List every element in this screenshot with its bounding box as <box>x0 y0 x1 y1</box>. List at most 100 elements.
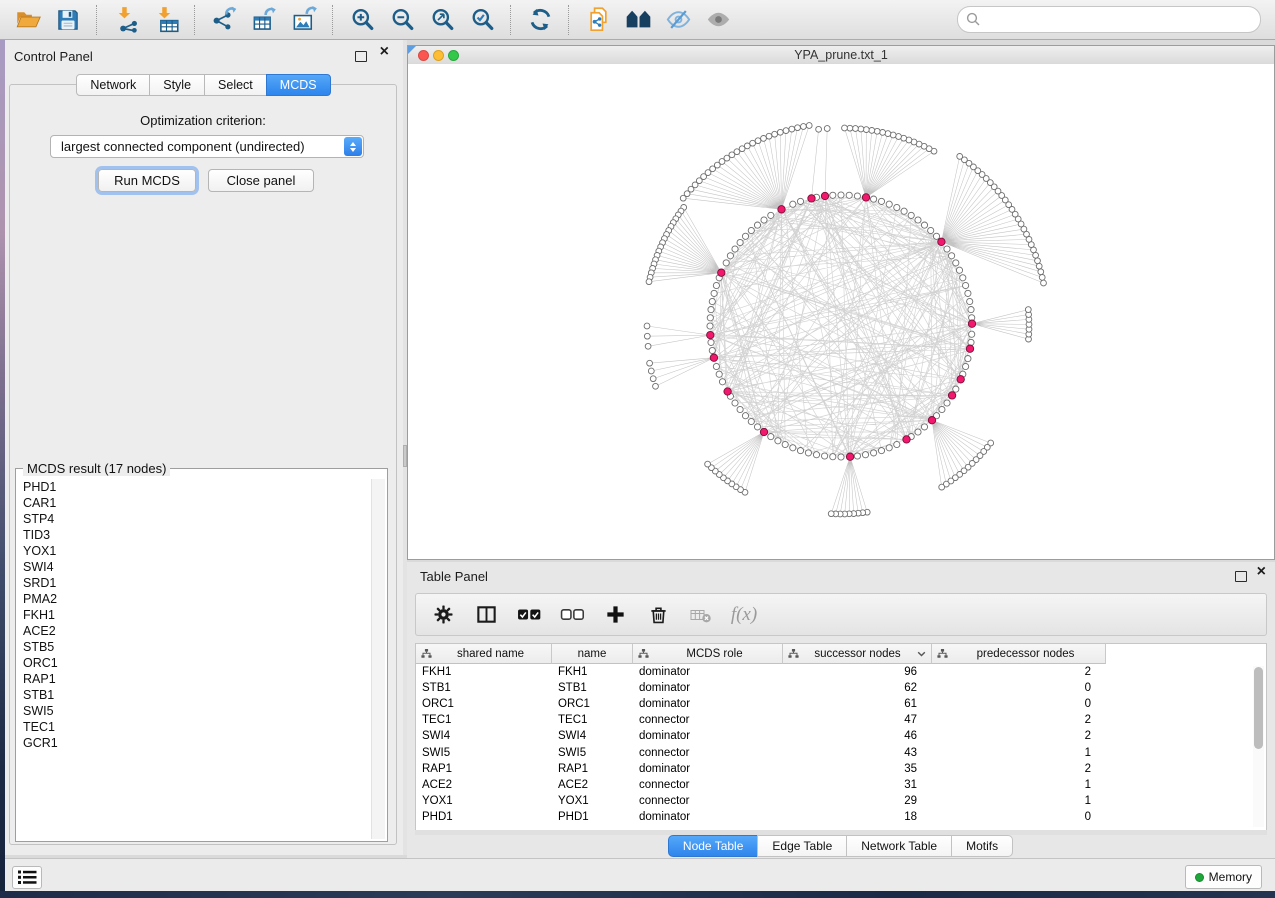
tab-network[interactable]: Network <box>76 74 150 96</box>
table-row[interactable]: SWI5SWI5connector431 <box>416 744 1250 760</box>
table-cell: dominator <box>633 811 783 823</box>
network-window-title: YPA_prune.txt_1 <box>408 48 1274 62</box>
mcds-node[interactable]: YOX1 <box>16 543 371 559</box>
column-header-name[interactable]: name <box>552 644 633 664</box>
mcds-node[interactable]: STB5 <box>16 639 371 655</box>
tab-style[interactable]: Style <box>149 74 205 96</box>
mcds-node[interactable]: PHD1 <box>16 479 371 495</box>
memory-label: Memory <box>1209 870 1252 884</box>
mcds-node[interactable]: STB1 <box>16 687 371 703</box>
mcds-node[interactable]: STP4 <box>16 511 371 527</box>
export-network-icon[interactable] <box>204 3 244 37</box>
tab-motifs[interactable]: Motifs <box>951 835 1013 857</box>
table-cell: 0 <box>932 682 1106 694</box>
import-network-icon[interactable] <box>106 3 146 37</box>
deselect-all-icon[interactable] <box>559 602 585 628</box>
table-cell: connector <box>633 779 783 791</box>
settings-gear-icon[interactable] <box>430 602 456 628</box>
hide-selected-eye-icon[interactable] <box>658 3 698 37</box>
table-row[interactable]: RAP1RAP1dominator352 <box>416 761 1250 777</box>
toolbar-separator <box>194 5 196 35</box>
table-row[interactable]: STB1STB1dominator620 <box>416 680 1250 696</box>
mcds-node[interactable]: TID3 <box>16 527 371 543</box>
shared-column-icon <box>421 649 432 658</box>
table-scrollbar[interactable] <box>1253 666 1264 827</box>
table-panel: Table Panel × f(x) shared namenameMCDS r… <box>407 562 1275 858</box>
table-row[interactable]: SWI4SWI4dominator462 <box>416 728 1250 744</box>
mcds-node[interactable]: PMA2 <box>16 591 371 607</box>
zoom-fit-icon[interactable] <box>422 3 462 37</box>
mcds-node[interactable]: CAR1 <box>16 495 371 511</box>
close-panel-button[interactable]: Close panel <box>208 169 314 192</box>
table-row[interactable]: ORC1ORC1dominator610 <box>416 696 1250 712</box>
mcds-node[interactable]: TEC1 <box>16 719 371 735</box>
import-table-icon[interactable] <box>146 3 186 37</box>
mcds-node[interactable]: ORC1 <box>16 655 371 671</box>
tab-select[interactable]: Select <box>204 74 267 96</box>
float-panel-icon[interactable] <box>355 51 367 62</box>
column-header-successor-nodes[interactable]: successor nodes <box>783 644 932 664</box>
network-canvas[interactable] <box>408 64 1274 559</box>
table-row[interactable]: TEC1TEC1connector472 <box>416 712 1250 728</box>
mcds-node[interactable]: SWI4 <box>16 559 371 575</box>
export-image-icon[interactable] <box>284 3 324 37</box>
zoom-in-icon[interactable] <box>342 3 382 37</box>
column-header-predecessor-nodes[interactable]: predecessor nodes <box>932 644 1106 664</box>
table-cell: 96 <box>783 666 932 678</box>
tab-network-table[interactable]: Network Table <box>846 835 952 857</box>
optimization-criterion-select[interactable]: largest connected component (undirected) <box>50 135 364 158</box>
new-network-from-selection-icon[interactable] <box>578 3 618 37</box>
mcds-node[interactable]: FKH1 <box>16 607 371 623</box>
table-cell: dominator <box>633 730 783 742</box>
zoom-selected-icon[interactable] <box>462 3 502 37</box>
table-cell: 46 <box>783 730 932 742</box>
mcds-node[interactable]: GCR1 <box>16 735 371 751</box>
add-column-icon[interactable] <box>602 602 628 628</box>
column-header-shared-name[interactable]: shared name <box>416 644 552 664</box>
refresh-layout-icon[interactable] <box>520 3 560 37</box>
mcds-node[interactable]: SRD1 <box>16 575 371 591</box>
run-mcds-button[interactable]: Run MCDS <box>98 169 196 192</box>
tab-node-table[interactable]: Node Table <box>668 835 759 857</box>
float-table-panel-icon[interactable] <box>1235 571 1247 582</box>
search-input[interactable] <box>981 12 1252 28</box>
export-table-icon[interactable] <box>244 3 284 37</box>
mcds-node[interactable]: RAP1 <box>16 671 371 687</box>
table-cell: PHD1 <box>552 811 633 823</box>
save-session-icon[interactable] <box>48 3 88 37</box>
delete-selected-icon[interactable] <box>645 602 671 628</box>
mcds-node[interactable]: ACE2 <box>16 623 371 639</box>
table-cell: SWI5 <box>552 747 633 759</box>
open-folder-icon[interactable] <box>8 3 48 37</box>
close-table-panel-icon[interactable]: × <box>1257 563 1266 581</box>
binoculars-icon[interactable] <box>618 3 658 37</box>
table-cell: dominator <box>633 763 783 775</box>
column-header-MCDS-role[interactable]: MCDS role <box>633 644 783 664</box>
tab-edge-table[interactable]: Edge Table <box>757 835 847 857</box>
table-row[interactable]: YOX1YOX1connector291 <box>416 793 1250 809</box>
table-row[interactable]: PHD1PHD1dominator180 <box>416 809 1250 825</box>
task-history-button[interactable] <box>12 866 42 889</box>
table-cell: 2 <box>932 666 1106 678</box>
tab-mcds[interactable]: MCDS <box>266 74 331 96</box>
split-table-icon[interactable] <box>473 602 499 628</box>
network-window-titlebar[interactable]: YPA_prune.txt_1 <box>408 46 1274 65</box>
network-graph[interactable] <box>408 64 1274 559</box>
control-panel-title: Control Panel <box>14 49 93 64</box>
toolbar-separator <box>568 5 570 35</box>
table-row[interactable]: ACE2ACE2connector311 <box>416 777 1250 793</box>
mcds-node[interactable]: SWI5 <box>16 703 371 719</box>
table-cell: ORC1 <box>552 698 633 710</box>
table-row[interactable]: FKH1FKH1dominator962 <box>416 664 1250 680</box>
chevron-down-icon[interactable] <box>917 651 926 657</box>
table-cell: 2 <box>932 730 1106 742</box>
shared-column-icon <box>788 649 799 658</box>
memory-button[interactable]: Memory <box>1185 865 1262 889</box>
mcds-result-box: MCDS result (17 nodes) PHD1CAR1STP4TID3Y… <box>15 468 388 842</box>
select-all-icon[interactable] <box>516 602 542 628</box>
table-scrollbar-thumb[interactable] <box>1254 667 1263 749</box>
result-scrollbar[interactable] <box>371 479 385 839</box>
zoom-out-icon[interactable] <box>382 3 422 37</box>
close-panel-icon[interactable]: × <box>380 43 389 61</box>
mcds-result-list[interactable]: PHD1CAR1STP4TID3YOX1SWI4SRD1PMA2FKH1ACE2… <box>16 479 371 839</box>
